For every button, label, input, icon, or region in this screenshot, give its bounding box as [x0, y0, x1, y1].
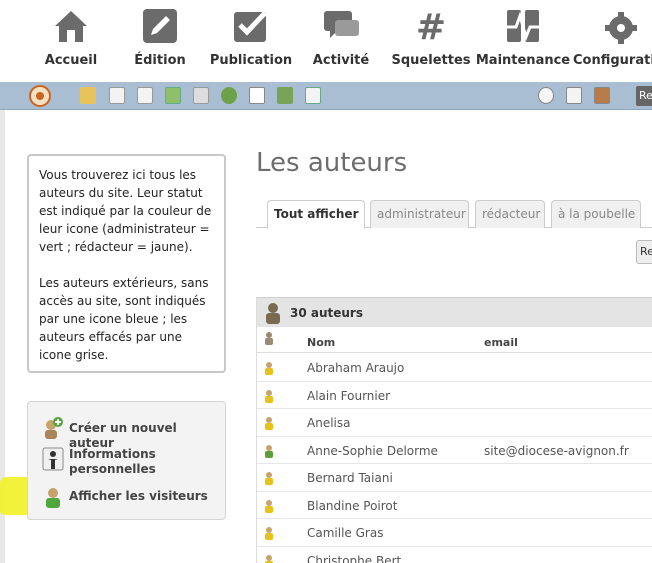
- nav-label: Accueil: [44, 53, 98, 68]
- redacteur-user-icon: [265, 527, 273, 540]
- view-list-icon[interactable]: [566, 87, 582, 104]
- main-navigation: Accueil Édition Publication Activité # S…: [0, 0, 652, 82]
- person-icon: [42, 447, 64, 471]
- nav-accueil[interactable]: Accueil: [23, 6, 119, 78]
- table-row[interactable]: Abraham Araujo: [257, 354, 652, 382]
- author-name[interactable]: Alain Fournier: [307, 389, 390, 403]
- nav-activite[interactable]: Activité: [293, 6, 389, 78]
- chat-icon: [324, 11, 359, 38]
- add-user-icon: [45, 417, 63, 439]
- actions-box: Créer un nouvel auteur Informations pers…: [27, 401, 226, 520]
- pulse-icon: [505, 10, 541, 42]
- spip-logo-icon[interactable]: [28, 84, 52, 108]
- nav-label: Édition: [134, 53, 186, 68]
- gear-icon: [605, 12, 637, 44]
- author-email[interactable]: site@diocese-avignon.fr: [484, 444, 629, 458]
- folder-add-icon[interactable]: [80, 87, 96, 104]
- nav-label: Publication: [209, 53, 293, 68]
- mailbox-icon[interactable]: [594, 87, 610, 104]
- author-name[interactable]: Bernard Taiani: [307, 471, 393, 485]
- authors-count: 30 auteurs: [290, 306, 363, 320]
- author-name[interactable]: Anelisa: [307, 416, 350, 430]
- new-link-icon[interactable]: [193, 87, 209, 104]
- redacteur-user-icon: [265, 362, 273, 375]
- message-icon[interactable]: [538, 87, 554, 104]
- author-name[interactable]: Abraham Araujo: [307, 361, 404, 375]
- help-box: Vous trouverez ici tous les auteurs du s…: [27, 154, 226, 373]
- nav-label: Configuration: [573, 53, 652, 68]
- table-row[interactable]: Anne-Sophie Delorme site@diocese-avignon.…: [257, 437, 652, 464]
- table-row[interactable]: Anelisa: [257, 409, 652, 437]
- admin-user-icon: [265, 444, 273, 458]
- quick-toolbar: Re: [0, 82, 652, 110]
- personal-info-link[interactable]: Informations personnelles: [42, 447, 222, 479]
- nav-edition[interactable]: Édition: [112, 6, 208, 78]
- author-name[interactable]: Blandine Poirot: [307, 499, 397, 513]
- authors-icon: [266, 303, 280, 324]
- nav-label: Maintenance: [475, 53, 571, 68]
- tab-redacteur[interactable]: rédacteur: [475, 200, 545, 228]
- tab-trash[interactable]: à la poubelle: [551, 200, 641, 228]
- redacteur-user-icon: [265, 499, 273, 513]
- nav-publication[interactable]: Publication: [203, 6, 299, 78]
- show-visitors-link[interactable]: Afficher les visiteurs: [42, 485, 222, 511]
- author-name[interactable]: Anne-Sophie Delorme: [307, 444, 438, 458]
- column-header-email[interactable]: email: [484, 336, 518, 349]
- nav-configuration[interactable]: Configuration: [573, 6, 652, 78]
- visitor-icon: [46, 488, 60, 508]
- new-document-icon[interactable]: [165, 87, 181, 104]
- nav-label: Activité: [312, 53, 370, 68]
- svg-text:#: #: [416, 7, 446, 46]
- hash-icon: #: [416, 7, 446, 46]
- author-name[interactable]: Camille Gras: [307, 526, 383, 540]
- new-article-icon[interactable]: [109, 87, 125, 104]
- nav-squelettes[interactable]: # Squelettes: [383, 6, 479, 78]
- table-header-row: Nom email: [257, 327, 652, 353]
- new-site-icon[interactable]: [221, 87, 237, 104]
- show-visitors-label: Afficher les visiteurs: [69, 489, 208, 503]
- help-text-status: Vous trouverez ici tous les auteurs du s…: [39, 168, 212, 254]
- author-name[interactable]: Christophe Bert: [307, 554, 401, 563]
- redacteur-user-icon: [265, 554, 273, 563]
- personal-info-label: Informations personnelles: [69, 447, 156, 476]
- redacteur-user-icon: [265, 389, 273, 403]
- checkbox-icon: [234, 11, 267, 42]
- nav-maintenance[interactable]: Maintenance: [475, 6, 571, 78]
- tab-all[interactable]: Tout afficher: [267, 200, 365, 229]
- new-brief-icon[interactable]: [137, 87, 153, 104]
- table-row[interactable]: Blandine Poirot: [257, 492, 652, 519]
- help-text-external: Les auteurs extérieurs, sans accès au si…: [39, 276, 209, 362]
- table-caption: 30 auteurs: [257, 297, 652, 327]
- search-button[interactable]: Re: [636, 240, 652, 264]
- home-icon: [55, 11, 87, 42]
- table-row[interactable]: Camille Gras: [257, 519, 652, 547]
- table-row[interactable]: Christophe Bert: [257, 547, 652, 563]
- tab-administrateur[interactable]: administrateur: [370, 200, 469, 228]
- new-form-icon[interactable]: [305, 87, 321, 104]
- redacteur-user-icon: [265, 472, 273, 485]
- calendar-icon[interactable]: [249, 87, 265, 104]
- authors-table: 30 auteurs Nom email Abraham Araujo Alain…: [256, 297, 652, 563]
- column-header-nom[interactable]: Nom: [307, 336, 335, 349]
- search-button[interactable]: Re: [636, 86, 652, 106]
- table-row[interactable]: Alain Fournier: [257, 382, 652, 409]
- nav-label: Squelettes: [391, 53, 471, 68]
- redacteur-user-icon: [265, 417, 273, 430]
- flag-icon[interactable]: [277, 87, 293, 104]
- page-title: Les auteurs: [256, 148, 408, 178]
- status-tabs: Tout afficher administrateur rédacteur à…: [256, 200, 652, 229]
- table-row[interactable]: Bernard Taiani: [257, 464, 652, 492]
- create-author-link[interactable]: Créer un nouvel auteur: [42, 416, 222, 450]
- status-column-icon[interactable]: [264, 331, 274, 345]
- pencil-icon: [143, 9, 177, 43]
